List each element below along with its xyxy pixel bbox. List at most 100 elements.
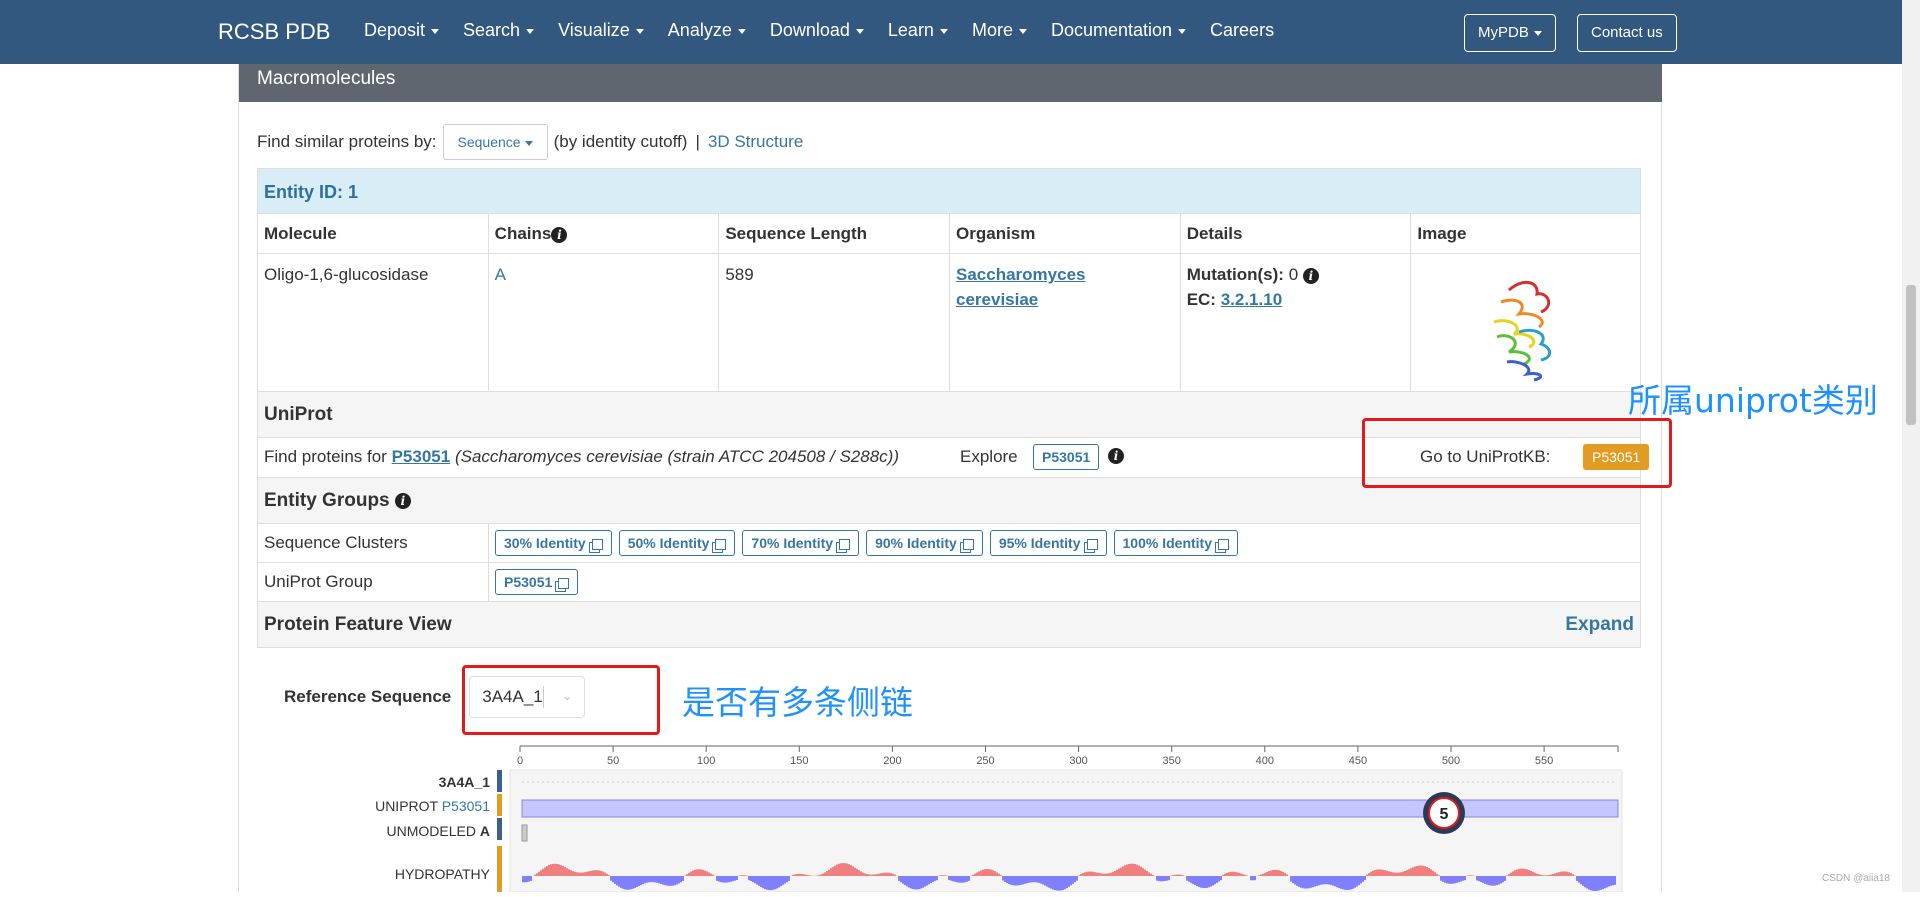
badge-5[interactable]: 5: [1423, 792, 1465, 834]
info-icon[interactable]: i: [1303, 268, 1319, 284]
cluster-95-button[interactable]: 95% Identity: [990, 530, 1107, 556]
explore-uniprot-button[interactable]: P53051: [1033, 444, 1099, 470]
nav-more[interactable]: More: [972, 20, 1027, 41]
hydropathy-bar: [1140, 867, 1142, 876]
hydropathy-bar: [996, 872, 998, 876]
mypdb-button[interactable]: MyPDB: [1464, 14, 1556, 52]
hydropathy-bar: [872, 875, 874, 876]
hydropathy-bar: [1550, 875, 1552, 876]
hydropathy-bar: [940, 875, 942, 876]
nav-visualize[interactable]: Visualize: [558, 20, 644, 41]
hydropathy-bar: [1050, 876, 1052, 889]
nav-search[interactable]: Search: [463, 20, 534, 41]
col-organism: Organism: [950, 214, 1181, 253]
hydropathy-bar: [794, 874, 796, 876]
chain-a-link[interactable]: A: [495, 265, 506, 284]
nav-learn[interactable]: Learn: [888, 20, 948, 41]
uniprot-track-link[interactable]: P53051: [442, 798, 490, 814]
hydropathy-bar: [1558, 872, 1560, 876]
nav-download[interactable]: Download: [770, 20, 864, 41]
hydropathy-bar: [1192, 876, 1194, 884]
hydropathy-bar: [1070, 876, 1072, 885]
info-icon[interactable]: i: [1108, 448, 1124, 464]
hydropathy-bar: [1596, 876, 1598, 891]
axis-ticks: 050100150200250300350400450500550: [517, 746, 1618, 767]
hydropathy-bar: [1510, 873, 1512, 876]
hydropathy-bar: [1008, 876, 1010, 884]
cluster-100-button[interactable]: 100% Identity: [1114, 530, 1238, 556]
hydropathy-bar: [1546, 875, 1548, 876]
caret-down-icon: [738, 29, 746, 34]
annotation-chain-note: 是否有多条侧链: [682, 676, 913, 724]
organism-link-line2[interactable]: cerevisiae: [956, 287, 1174, 312]
hydropathy-bar: [1056, 876, 1058, 891]
nav-analyze[interactable]: Analyze: [668, 20, 746, 41]
info-icon[interactable]: i: [551, 227, 567, 243]
hydropathy-bar: [862, 873, 864, 876]
hydropathy-bar: [1060, 876, 1062, 890]
hydropathy-bar: [850, 865, 852, 876]
sequence-dropdown[interactable]: Sequence: [443, 124, 548, 160]
cluster-90-button[interactable]: 90% Identity: [866, 530, 983, 556]
hydropathy-bar: [824, 872, 826, 876]
hydropathy-bar: [1610, 876, 1612, 886]
hydropathy-bar: [982, 870, 984, 876]
hydropathy-bar: [712, 875, 714, 876]
hydropathy-bar: [1344, 876, 1346, 890]
hydropathy-bar: [1084, 872, 1086, 876]
expand-link[interactable]: Expand: [1565, 614, 1634, 636]
brand-logo[interactable]: RCSB PDB: [218, 19, 330, 45]
hydropathy-bar: [860, 871, 862, 876]
hydropathy-bar: [1076, 876, 1078, 881]
hydropathy-bar: [1106, 874, 1108, 876]
page-scrollbar[interactable]: [1902, 0, 1920, 892]
hydropathy-bar: [698, 869, 700, 876]
hydropathy-bar: [1454, 876, 1456, 883]
hydropathy-bar: [1188, 876, 1190, 882]
hydropathy-bar: [1242, 874, 1244, 876]
hydropathy-bar: [1436, 874, 1438, 876]
hydropathy-bar: [1586, 876, 1588, 889]
uniprot-accession-link[interactable]: P53051: [392, 447, 451, 466]
axis-tick-label: 500: [1442, 755, 1460, 767]
hydropathy-bar: [666, 876, 668, 886]
hydropathy-bar: [718, 876, 720, 882]
contact-us-button[interactable]: Contact us: [1577, 14, 1677, 52]
uniprot-group-button[interactable]: P53051: [495, 569, 578, 595]
nav-deposit[interactable]: Deposit: [364, 20, 439, 41]
info-icon[interactable]: i: [395, 493, 411, 509]
hydropathy-bar: [1018, 876, 1020, 885]
hydropathy-bar: [846, 864, 848, 876]
hydropathy-bar: [1148, 872, 1150, 876]
nav-menu: Deposit Search Visualize Analyze Downloa…: [364, 20, 1298, 41]
ec-link[interactable]: 3.2.1.10: [1221, 290, 1282, 309]
hydropathy-bar: [874, 874, 876, 876]
cluster-70-button[interactable]: 70% Identity: [742, 530, 859, 556]
protein-structure-thumbnail[interactable]: [1479, 272, 1569, 382]
hydropathy-bar: [1360, 876, 1362, 883]
image-cell: [1411, 254, 1640, 391]
hydropathy-bar: [998, 874, 1000, 876]
nav-careers[interactable]: Careers: [1210, 20, 1274, 41]
scrollbar-thumb[interactable]: [1906, 285, 1916, 425]
3d-structure-link[interactable]: 3D Structure: [708, 132, 803, 152]
hydropathy-bar: [1438, 875, 1440, 876]
protein-feature-viewer[interactable]: 050100150200250300350400450500550 5 3A4A…: [250, 740, 1630, 892]
axis-tick-label: 150: [790, 755, 808, 767]
organism-link-line1[interactable]: Saccharomyces: [956, 262, 1174, 287]
cluster-30-button[interactable]: 30% Identity: [495, 530, 612, 556]
caret-down-icon: [856, 29, 864, 34]
hydropathy-bar: [686, 874, 688, 876]
hydropathy-bar: [968, 876, 970, 881]
hydropathy-bar: [600, 871, 602, 876]
molecule-name: Oligo-1,6-glucosidase: [258, 254, 489, 391]
cluster-50-button[interactable]: 50% Identity: [619, 530, 736, 556]
hydropathy-bar: [1518, 869, 1520, 876]
hydropathy-bar: [1356, 876, 1358, 887]
axis-tick-label: 350: [1163, 755, 1181, 767]
hydropathy-bar: [732, 876, 734, 881]
hydropathy-bar: [1112, 872, 1114, 876]
hydropathy-bar: [1420, 865, 1422, 876]
hydropathy-bar: [1258, 875, 1260, 876]
nav-documentation[interactable]: Documentation: [1051, 20, 1186, 41]
